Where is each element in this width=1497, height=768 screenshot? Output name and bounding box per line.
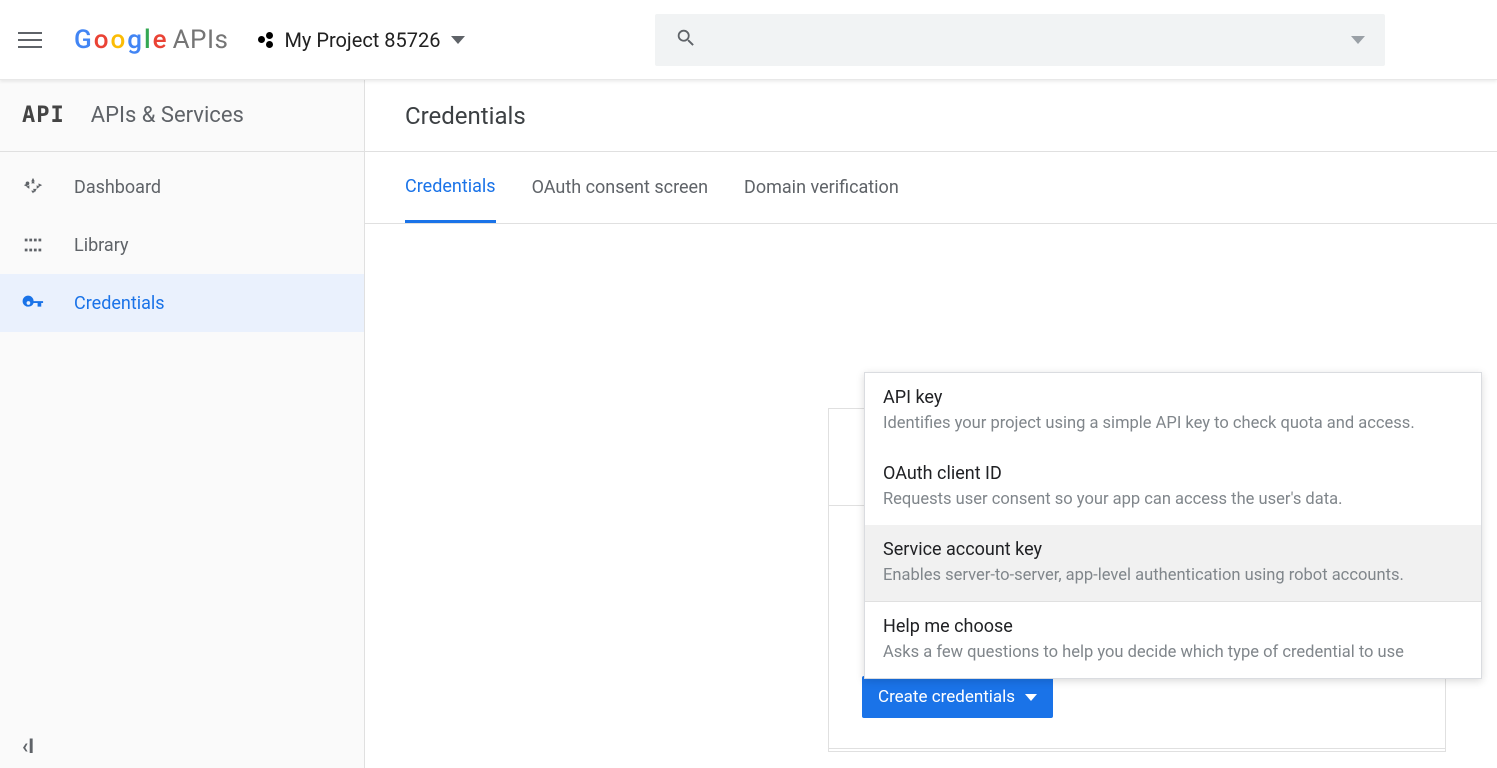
tab-label: Credentials xyxy=(405,176,496,197)
page-title: Credentials xyxy=(405,102,526,130)
key-icon xyxy=(22,292,44,314)
menu-icon[interactable] xyxy=(18,26,46,54)
dropdown-item-oauth-client-id[interactable]: OAuth client ID Requests user consent so… xyxy=(865,449,1481,525)
dropdown-item-desc: Asks a few questions to help you decide … xyxy=(883,641,1463,664)
sidebar-item-label: Credentials xyxy=(74,293,165,314)
dropdown-item-desc: Requests user consent so your app can ac… xyxy=(883,488,1463,511)
dropdown-item-desc: Identifies your project using a simple A… xyxy=(883,412,1463,435)
project-name: My Project 85726 xyxy=(284,28,440,52)
tab-label: OAuth consent screen xyxy=(532,177,708,198)
dropdown-item-api-key[interactable]: API key Identifies your project using a … xyxy=(865,373,1481,449)
sidebar-title: APIs & Services xyxy=(91,103,244,128)
tab-label: Domain verification xyxy=(744,177,899,198)
sidebar-item-label: Library xyxy=(74,235,129,256)
dropdown-item-title: API key xyxy=(883,387,1463,408)
search-icon xyxy=(675,27,697,53)
tab-credentials[interactable]: Credentials xyxy=(405,152,496,223)
sidebar-item-library[interactable]: Library xyxy=(0,216,364,274)
dropdown-item-title: Service account key xyxy=(883,539,1463,560)
chevron-down-icon xyxy=(451,36,465,44)
logo-suffix: APIs xyxy=(173,25,229,55)
sidebar-item-credentials[interactable]: Credentials xyxy=(0,274,364,332)
create-credentials-label: Create credentials xyxy=(878,687,1015,707)
dropdown-item-title: Help me choose xyxy=(883,616,1463,637)
dropdown-item-help-me-choose[interactable]: Help me choose Asks a few questions to h… xyxy=(865,602,1481,678)
collapse-sidebar-icon[interactable]: ‹I xyxy=(22,734,34,758)
search-filter-caret-icon[interactable] xyxy=(1351,36,1365,44)
project-selector[interactable]: My Project 85726 xyxy=(258,28,464,52)
create-credentials-dropdown: API key Identifies your project using a … xyxy=(864,372,1482,679)
main-header: Credentials xyxy=(365,80,1497,152)
api-badge-icon: API xyxy=(22,103,65,128)
tab-oauth-consent[interactable]: OAuth consent screen xyxy=(532,152,708,223)
tabs: Credentials OAuth consent screen Domain … xyxy=(365,152,1497,224)
top-bar: Google APIs My Project 85726 xyxy=(0,0,1497,80)
sidebar-item-dashboard[interactable]: Dashboard xyxy=(0,158,364,216)
tab-domain-verification[interactable]: Domain verification xyxy=(744,152,899,223)
dropdown-item-service-account-key[interactable]: Service account key Enables server-to-se… xyxy=(865,525,1481,601)
project-icon xyxy=(258,32,274,48)
sidebar-item-label: Dashboard xyxy=(74,177,161,198)
create-credentials-button[interactable]: Create credentials xyxy=(862,676,1053,718)
google-apis-logo[interactable]: Google APIs xyxy=(74,25,228,55)
library-icon xyxy=(22,234,44,256)
dashboard-icon xyxy=(22,176,44,198)
chevron-down-icon xyxy=(1025,694,1037,701)
dropdown-item-title: OAuth client ID xyxy=(883,463,1463,484)
sidebar-header: API APIs & Services xyxy=(0,80,364,152)
search-box[interactable] xyxy=(655,14,1385,66)
dropdown-item-desc: Enables server-to-server, app-level auth… xyxy=(883,564,1463,587)
sidebar: API APIs & Services Dashboard xyxy=(0,80,365,768)
